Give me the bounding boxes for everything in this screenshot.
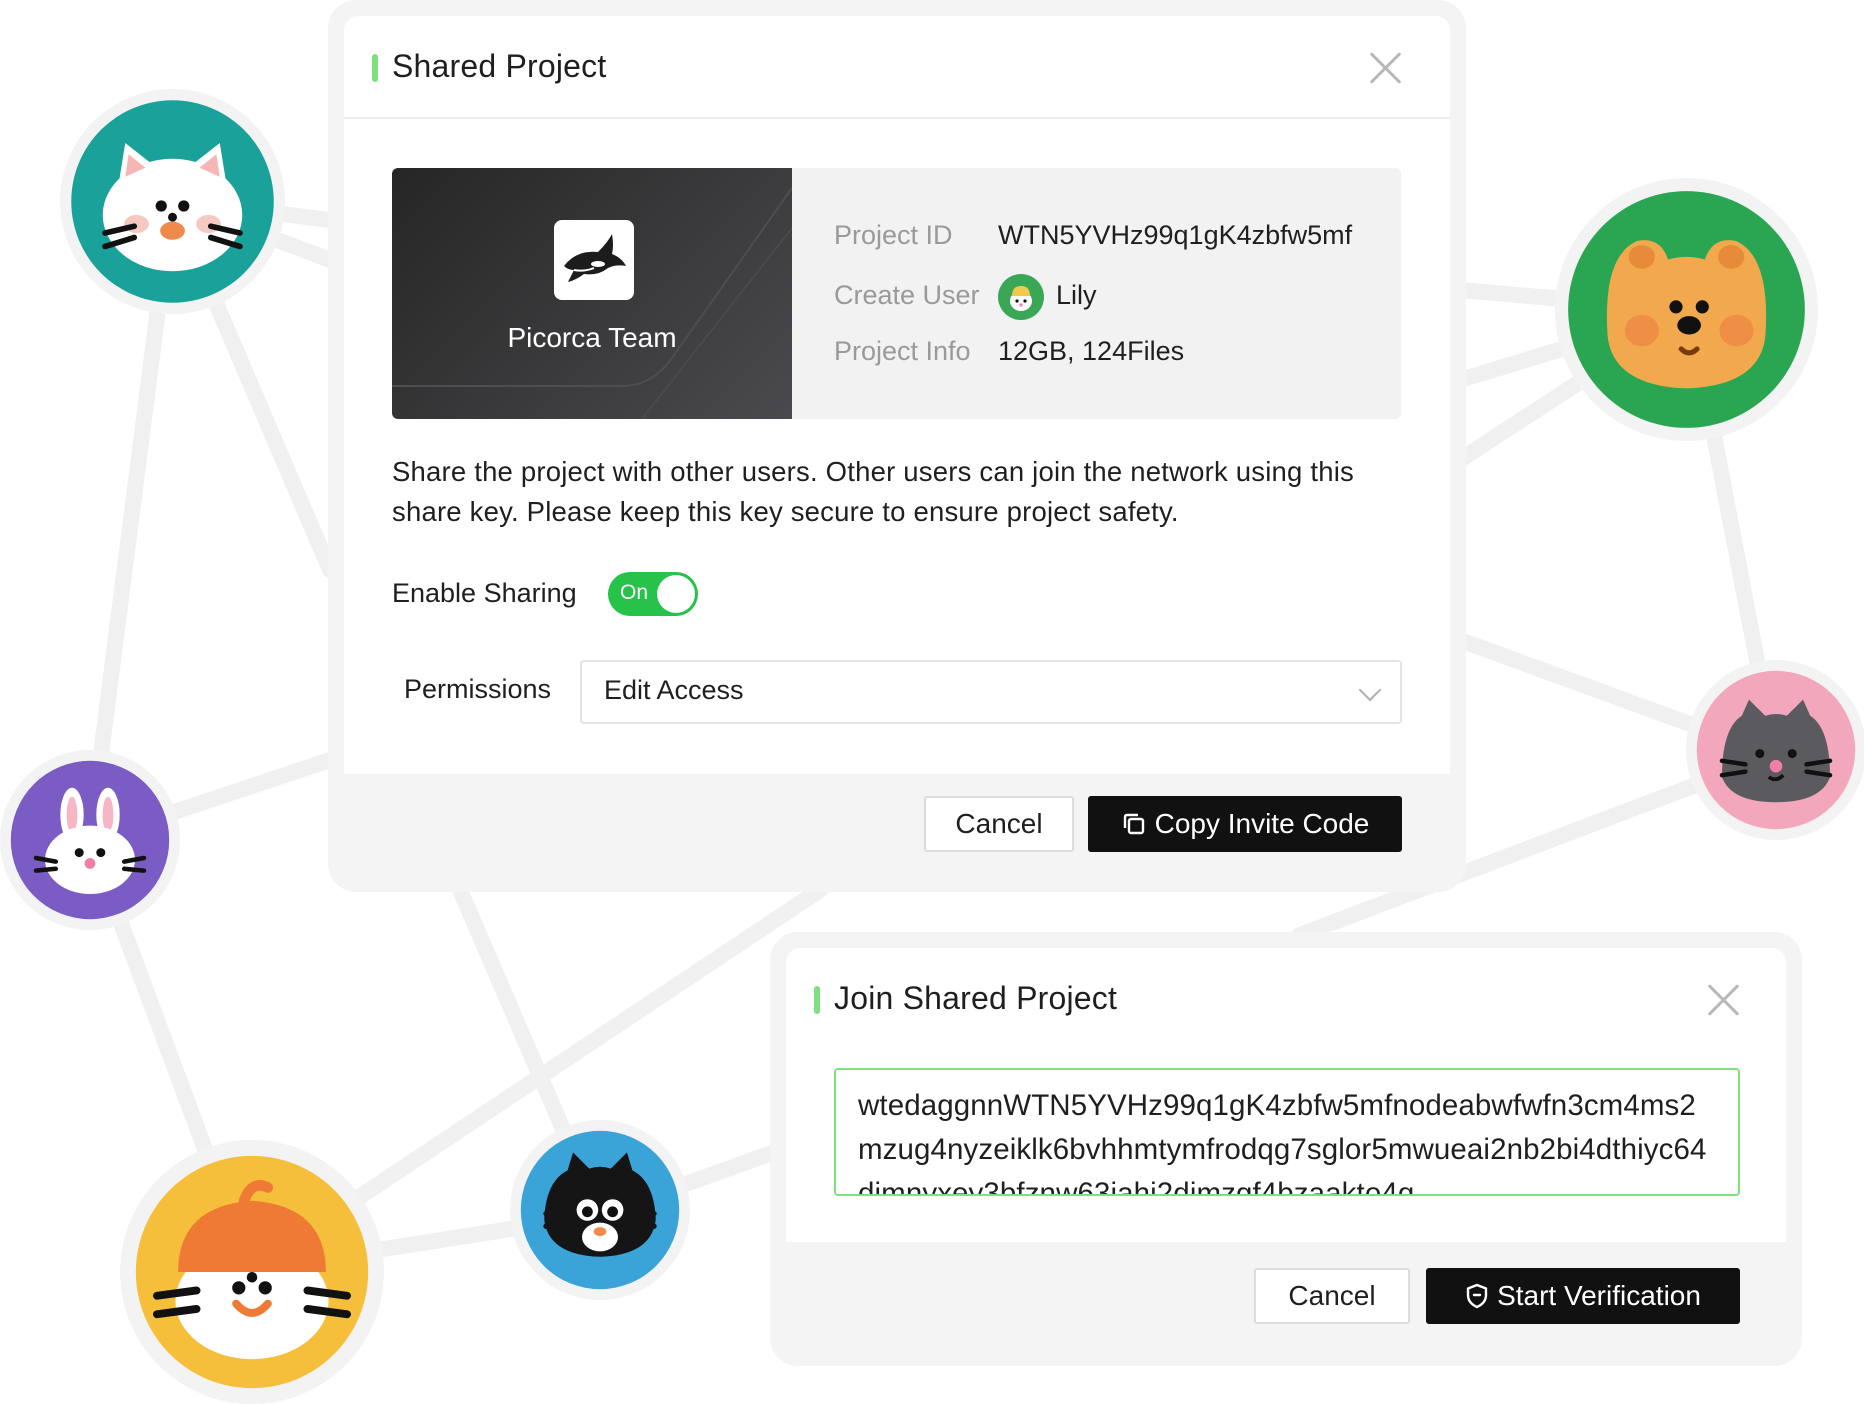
project-info-label: Project Info <box>834 336 971 366</box>
join-project-dialog: Join Shared Project wtedaggnnWTN5YVHz99q… <box>786 948 1786 1350</box>
dialog-title: Join Shared Project <box>834 980 1118 1016</box>
orca-icon <box>564 234 626 282</box>
create-user-label: Create User <box>834 280 980 310</box>
avatar-gray-cat <box>1686 660 1864 840</box>
invite-code-text: wtedaggnnWTN5YVHz99q1gK4zbfw5mfnodeabwfw… <box>858 1089 1707 1196</box>
project-id-label: Project ID <box>834 220 953 250</box>
toggle-text: On <box>620 581 649 604</box>
invite-code-input[interactable]: wtedaggnnWTN5YVHz99q1gK4zbfw5mfnodeabwfw… <box>834 1068 1740 1196</box>
team-logo <box>554 220 634 300</box>
toggle-knob <box>657 575 695 613</box>
start-verification-label: Start Verification <box>1497 1280 1701 1311</box>
divider <box>344 117 1450 119</box>
title-accent <box>372 54 378 82</box>
avatar-hat-cat <box>120 1140 384 1404</box>
cancel-button[interactable]: Cancel <box>1254 1268 1410 1324</box>
lily-avatar-icon <box>1000 276 1042 318</box>
start-verification-button[interactable]: Start Verification <box>1426 1268 1740 1324</box>
avatar-white-cat <box>60 89 285 314</box>
permissions-select[interactable]: Edit Access <box>580 660 1402 724</box>
close-icon[interactable] <box>1368 50 1404 86</box>
project-info-value: 12GB, 124Files <box>998 336 1185 366</box>
permissions-value: Edit Access <box>604 675 744 705</box>
shared-project-dialog: Shared Project Picorca Team Project ID W… <box>344 16 1450 876</box>
dialog-title: Shared Project <box>392 48 607 84</box>
share-description: Share the project with other users. Othe… <box>392 456 1354 527</box>
copy-icon <box>1123 813 1144 835</box>
permissions-label: Permissions <box>404 674 552 704</box>
cancel-button[interactable]: Cancel <box>924 796 1074 852</box>
title-accent <box>814 986 820 1014</box>
copy-invite-code-button[interactable]: Copy Invite Code <box>1088 796 1402 852</box>
team-name: Picorca Team <box>507 322 677 353</box>
shield-icon <box>1466 1283 1488 1309</box>
project-id-value: WTN5YVHz99q1gK4zbfw5mf <box>998 220 1353 250</box>
user-avatar <box>998 274 1044 320</box>
project-info-card: Project ID WTN5YVHz99q1gK4zbfw5mf Create… <box>792 168 1401 419</box>
team-card: Picorca Team <box>392 168 792 419</box>
close-icon[interactable] <box>1706 982 1742 1018</box>
avatar-orange-bear <box>1555 178 1818 441</box>
chevron-down-icon <box>1358 678 1382 702</box>
create-user-value: Lily <box>1056 280 1097 310</box>
enable-sharing-toggle[interactable]: On <box>608 572 698 616</box>
avatar-black-cat <box>510 1120 690 1300</box>
copy-invite-code-label: Copy Invite Code <box>1154 808 1370 839</box>
enable-sharing-label: Enable Sharing <box>392 578 577 608</box>
avatar-white-bunny <box>0 750 180 930</box>
